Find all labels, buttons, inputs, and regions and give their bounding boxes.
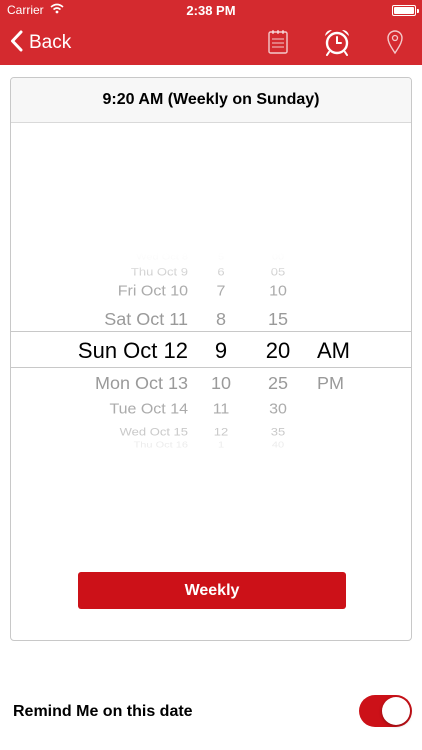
picker-date-option[interactable]: Thu Oct 9: [51, 264, 188, 278]
remind-toggle[interactable]: [359, 695, 412, 727]
back-button[interactable]: Back: [10, 28, 71, 58]
card-title: 9:20 AM (Weekly on Sunday): [11, 78, 411, 123]
picker-date-option[interactable]: Mon Oct 13: [51, 372, 188, 394]
picker-hour-option[interactable]: 7: [198, 283, 244, 302]
picker-hour-option[interactable]: 8: [198, 308, 244, 330]
picker-column-minute[interactable]: 00 05 10 15 20 25 30 35 40: [253, 252, 303, 523]
picker-date-option[interactable]: Tue Oct 14: [51, 401, 188, 420]
picker-minute-option[interactable]: 35: [253, 424, 303, 438]
picker-minute-selected[interactable]: 20: [253, 338, 303, 364]
picker-date-option[interactable]: Thu Oct 16: [51, 440, 188, 451]
picker-hour-selected[interactable]: 9: [198, 338, 244, 364]
reminder-card: 9:20 AM (Weekly on Sunday) Wed Oct 8 Thu …: [10, 77, 412, 641]
picker-minute-option[interactable]: 05: [253, 264, 303, 278]
weekly-button[interactable]: Weekly: [78, 572, 346, 609]
picker-date-selected[interactable]: Sun Oct 12: [51, 338, 188, 364]
picker-minute-option[interactable]: 00: [253, 252, 303, 263]
picker-hour-option[interactable]: 5: [198, 252, 244, 263]
header-bar: Carrier 2:38 PM Back: [0, 0, 422, 65]
chevron-left-icon: [10, 30, 23, 57]
battery-icon: [392, 5, 419, 16]
location-pin-icon[interactable]: [380, 28, 410, 56]
picker-minute-option[interactable]: 30: [253, 401, 303, 420]
picker-ampm-selected[interactable]: AM: [317, 338, 372, 364]
picker-hour-option[interactable]: 6: [198, 264, 244, 278]
picker-column-date[interactable]: Wed Oct 8 Thu Oct 9 Fri Oct 10 Sat Oct 11 Su…: [51, 252, 188, 523]
picker-ampm-option[interactable]: PM: [317, 372, 372, 394]
picker-hour-option[interactable]: 12: [198, 424, 244, 438]
picker-date-option[interactable]: Fri Oct 10: [51, 283, 188, 302]
alarm-clock-icon[interactable]: [322, 28, 352, 56]
back-label: Back: [29, 32, 72, 53]
status-time: 2:38 PM: [186, 3, 236, 18]
picker-minute-option[interactable]: 10: [253, 283, 303, 302]
date-time-picker[interactable]: Wed Oct 8 Thu Oct 9 Fri Oct 10 Sat Oct 11 Su…: [11, 252, 411, 523]
picker-date-option[interactable]: Wed Oct 15: [51, 424, 188, 438]
picker-date-option[interactable]: Sat Oct 11: [51, 308, 188, 330]
toggle-knob: [382, 697, 410, 725]
remind-label: Remind Me on this date: [13, 703, 193, 720]
status-bar: Carrier 2:38 PM: [0, 0, 422, 20]
notes-icon[interactable]: [263, 28, 293, 56]
picker-date-option[interactable]: Wed Oct 8: [51, 252, 188, 263]
picker-column-hour[interactable]: 5 6 7 8 9 10 11 12 1: [198, 252, 244, 523]
picker-minute-option[interactable]: 25: [253, 372, 303, 394]
picker-minute-option[interactable]: 15: [253, 308, 303, 330]
picker-hour-option[interactable]: 11: [198, 401, 244, 420]
picker-hour-option[interactable]: 10: [198, 372, 244, 394]
picker-hour-option[interactable]: 1: [198, 440, 244, 451]
picker-column-ampm[interactable]: AM PM: [317, 253, 372, 523]
picker-minute-option[interactable]: 40: [253, 440, 303, 451]
